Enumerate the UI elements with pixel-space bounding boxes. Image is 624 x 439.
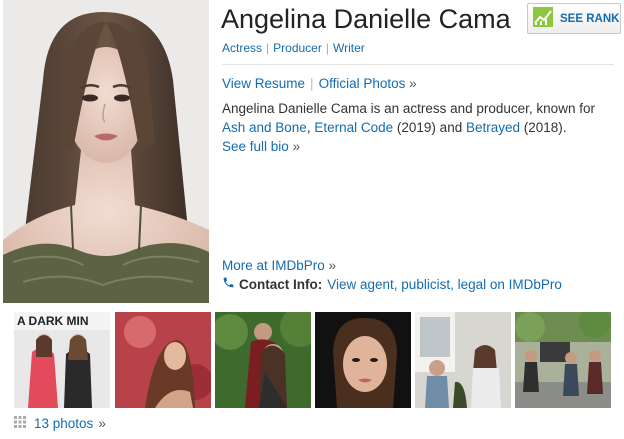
see-full-bio-link[interactable]: See full bio: [222, 139, 289, 154]
photos-count-link[interactable]: 13 photos: [34, 416, 93, 431]
photo-thumbnail[interactable]: A DARK MIN: [14, 312, 110, 408]
official-photos-link[interactable]: Official Photos: [319, 76, 406, 91]
thumbnail-image: [315, 312, 411, 408]
view-resume-link[interactable]: View Resume: [222, 76, 305, 91]
photos-count-row: 13 photos »: [14, 416, 106, 431]
thumbnail-image: [215, 312, 311, 408]
role-link-writer[interactable]: Writer: [333, 41, 365, 55]
photo-strip: A DARK MIN: [14, 312, 614, 408]
title-link-ash-and-bone[interactable]: Ash and Bone: [222, 120, 307, 135]
headshot-image: [3, 0, 209, 303]
raquo-glyph: »: [409, 76, 417, 91]
raquo-glyph: »: [292, 139, 301, 154]
see-rank-label: SEE RANK: [560, 12, 620, 25]
rank-chart-icon: [533, 7, 553, 30]
link-separator: |: [310, 76, 314, 91]
phone-icon: [222, 276, 235, 292]
resume-photos-links: View Resume | Official Photos »: [222, 76, 417, 91]
bio-year: (2018).: [520, 120, 567, 135]
title-link-betrayed[interactable]: Betrayed: [466, 120, 520, 135]
raquo-glyph: »: [98, 416, 106, 431]
bio-intro: Angelina Danielle Cama is an actress and…: [222, 101, 595, 116]
imdbpro-row: More at IMDbPro »: [222, 258, 336, 273]
backdrop-sign-text: A DARK MIN: [17, 314, 89, 328]
see-rank-button[interactable]: SEE RANK: [527, 3, 621, 34]
photo-thumbnail[interactable]: [215, 312, 311, 408]
more-at-imdbpro-link[interactable]: More at IMDbPro: [222, 258, 325, 273]
bio-summary: Angelina Danielle Cama is an actress and…: [222, 99, 620, 156]
raquo-glyph: »: [328, 258, 337, 273]
grid-icon: [14, 416, 26, 431]
person-name: Angelina Danielle Cama: [221, 4, 511, 34]
thumbnail-image: A DARK MIN: [14, 312, 110, 408]
role-list: Actress | Producer | Writer: [222, 41, 365, 55]
role-link-producer[interactable]: Producer: [273, 41, 322, 55]
divider: [222, 64, 614, 65]
role-separator: |: [325, 41, 329, 55]
headshot-photo[interactable]: [3, 0, 209, 303]
role-separator: |: [266, 41, 270, 55]
thumbnail-image: [415, 312, 511, 408]
thumbnail-image: [115, 312, 211, 408]
title-link-eternal-code[interactable]: Eternal Code: [314, 120, 393, 135]
role-link-actress[interactable]: Actress: [222, 41, 262, 55]
photo-thumbnail[interactable]: [115, 312, 211, 408]
contact-info-row: Contact Info: View agent, publicist, leg…: [222, 276, 562, 292]
contact-info-label: Contact Info:: [239, 276, 323, 292]
view-agent-link[interactable]: View agent, publicist, legal on IMDbPro: [327, 277, 562, 292]
bio-year: (2019) and: [393, 120, 466, 135]
photo-thumbnail[interactable]: [415, 312, 511, 408]
photo-thumbnail[interactable]: [515, 312, 611, 408]
photo-thumbnail[interactable]: [315, 312, 411, 408]
thumbnail-image: [515, 312, 611, 408]
